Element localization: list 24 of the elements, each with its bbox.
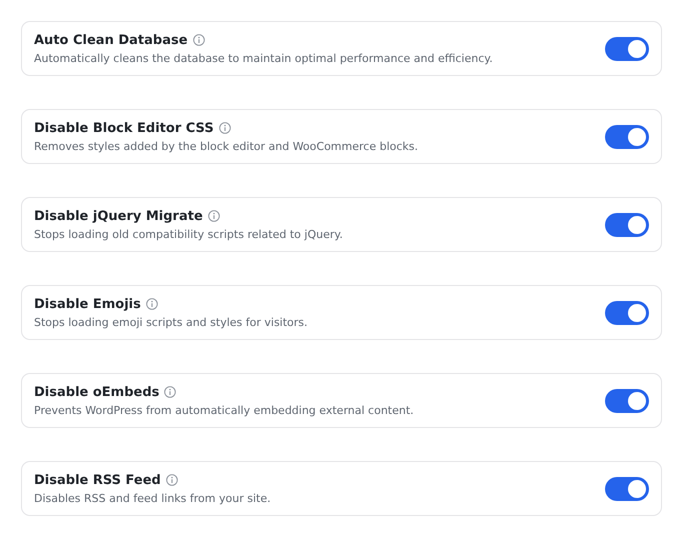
setting-title: Disable Block Editor CSS: [34, 120, 214, 136]
setting-title: Disable oEmbeds: [34, 384, 160, 400]
info-icon[interactable]: [146, 298, 158, 310]
setting-description: Removes styles added by the block editor and WooCommerce blocks.: [34, 140, 420, 152]
setting-description: Stops loading old compatibility scripts related to jQuery.: [34, 228, 344, 240]
setting-description: Automatically cleans the database to maintain optimal performance and efficiency.: [34, 52, 494, 64]
toggle-switch[interactable]: [605, 124, 649, 148]
info-icon[interactable]: [166, 474, 178, 486]
setting-title: Auto Clean Database: [34, 32, 188, 48]
setting-description: Prevents WordPress from automatically embedding external content.: [34, 404, 415, 416]
toggle-switch[interactable]: [605, 300, 649, 324]
info-icon[interactable]: [218, 122, 231, 134]
info-icon[interactable]: [208, 210, 220, 222]
setting-description: Stops loading emoji scripts and styles for visitors.: [34, 316, 309, 328]
setting-description: Disables RSS and feed links from your site.: [34, 492, 272, 504]
toggle-switch[interactable]: [605, 212, 649, 236]
toggle-switch[interactable]: [605, 476, 649, 500]
setting-title: Disable jQuery Migrate: [34, 208, 203, 224]
setting-title: Disable Emojis: [34, 296, 141, 312]
toggle-switch[interactable]: [605, 36, 649, 60]
toggle-switch[interactable]: [605, 388, 649, 412]
setting-title: Disable RSS Feed: [34, 472, 161, 488]
info-icon[interactable]: [164, 386, 176, 398]
info-icon[interactable]: [192, 34, 205, 46]
